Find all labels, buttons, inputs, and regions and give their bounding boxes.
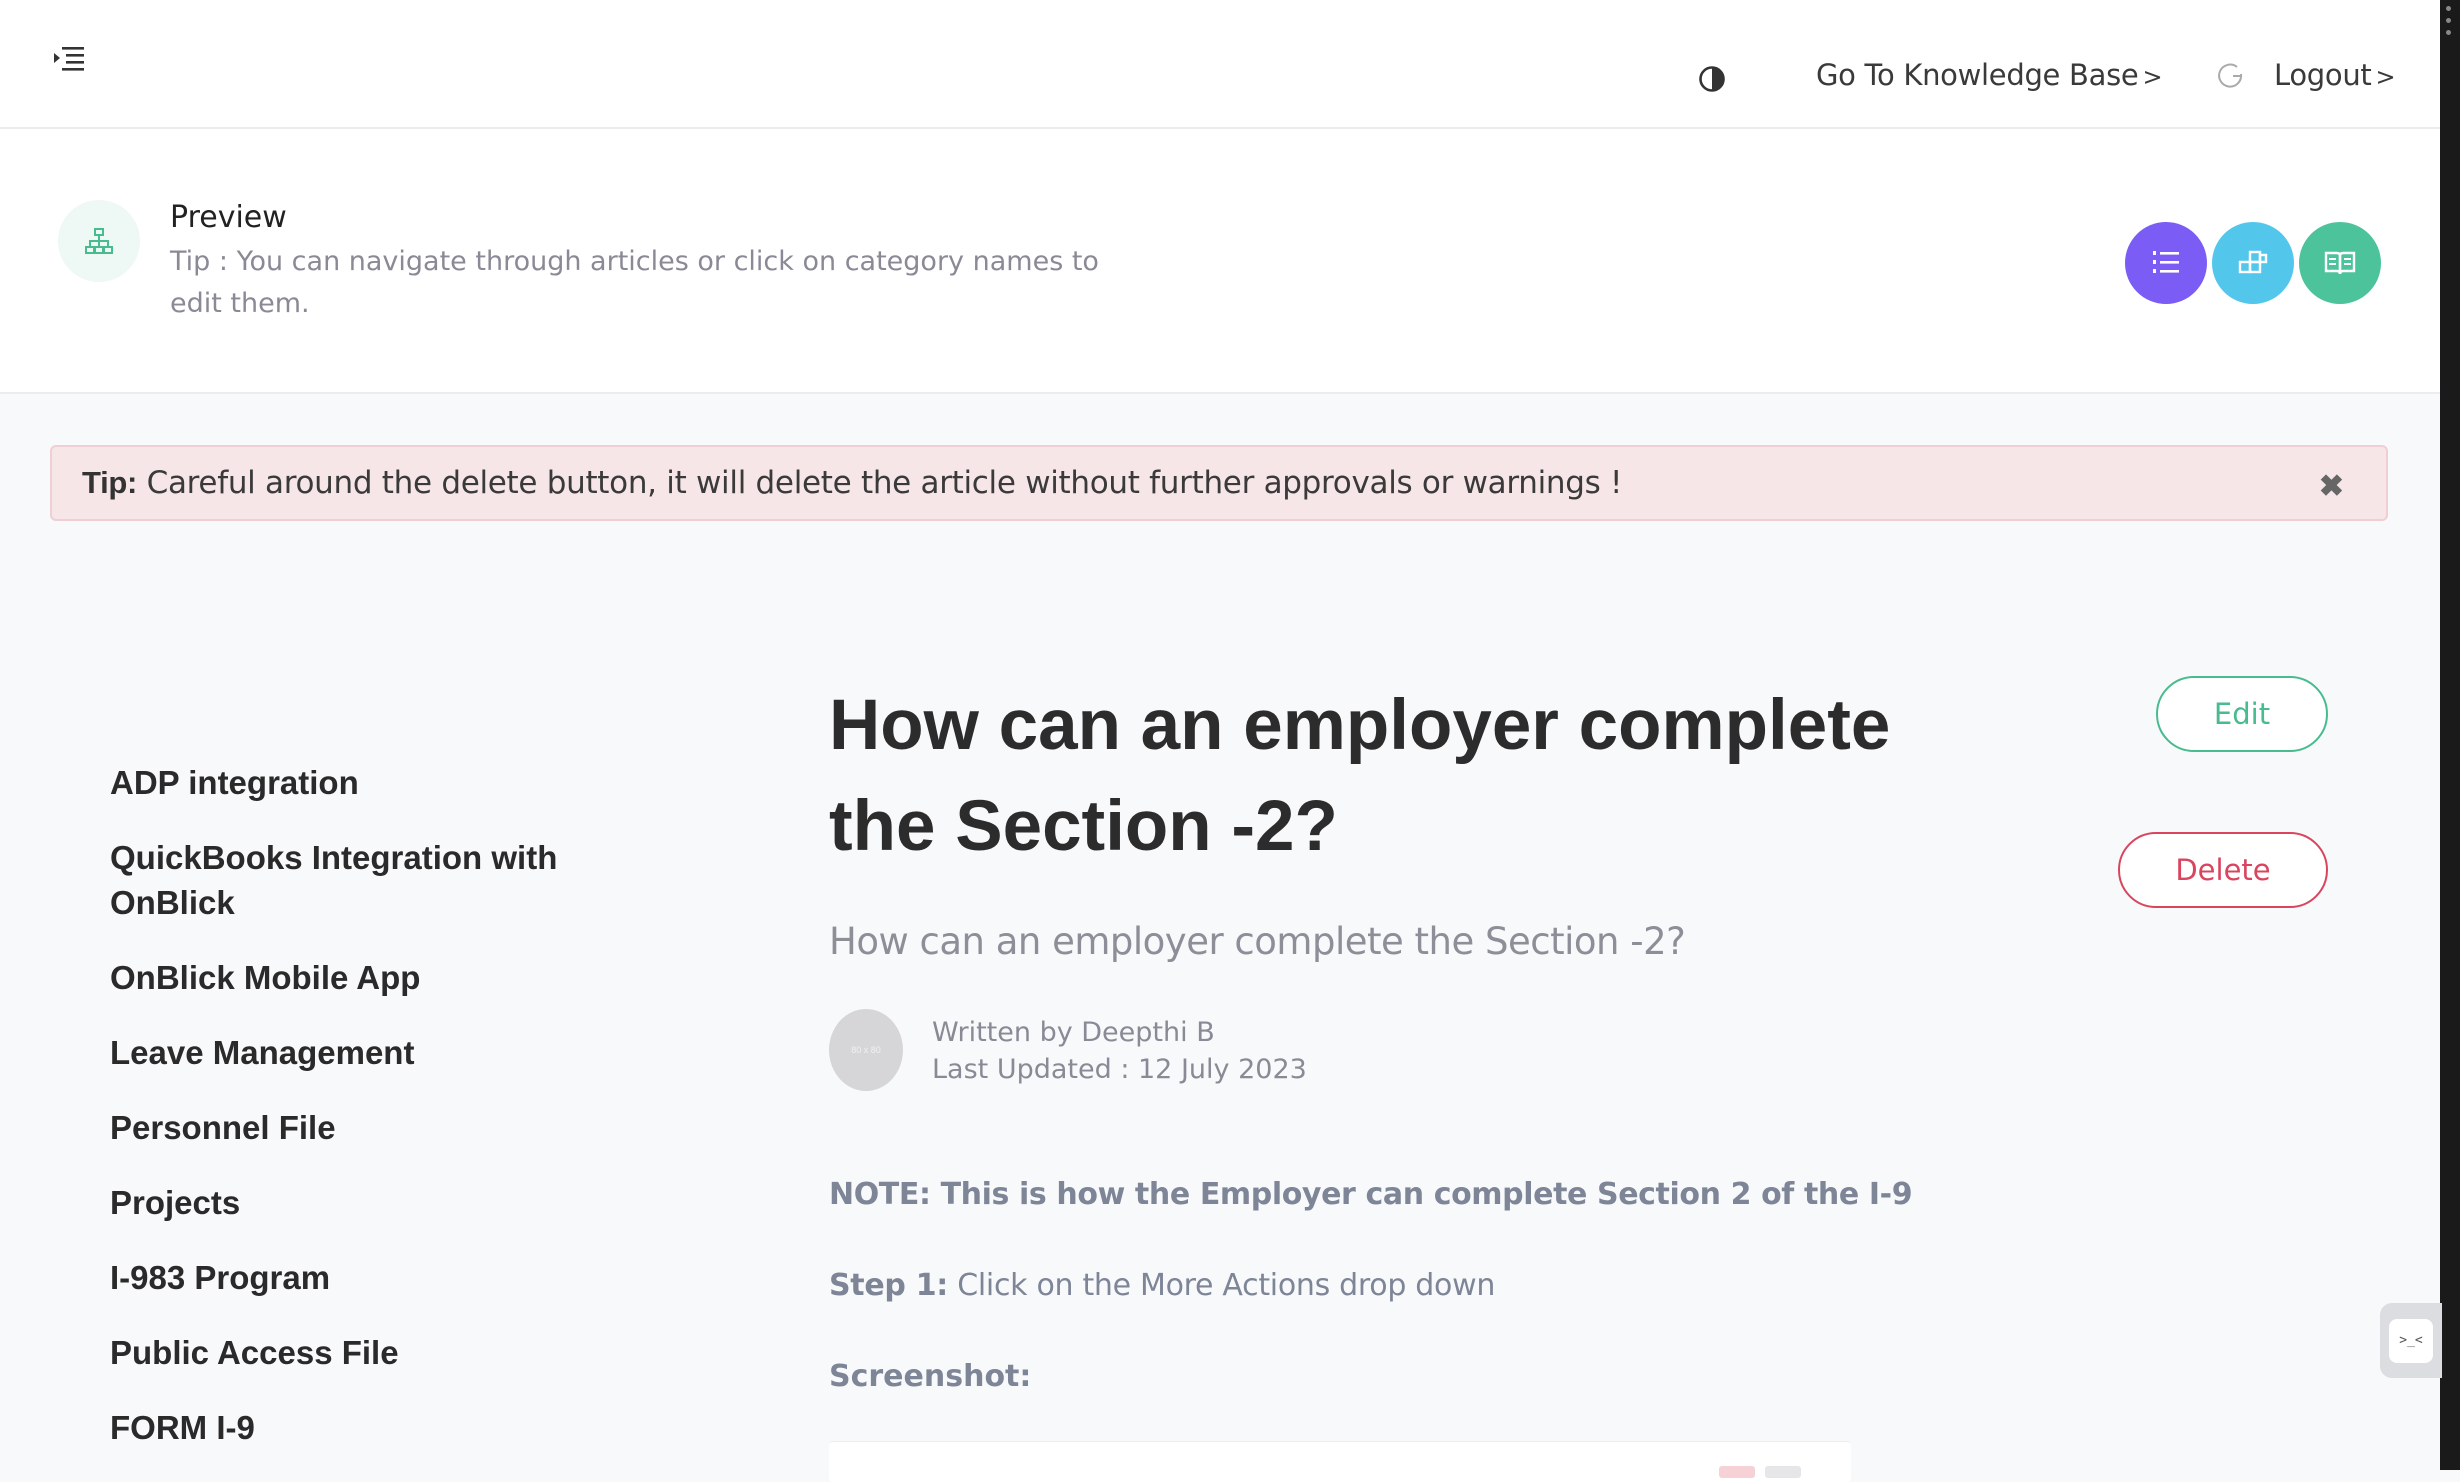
article-subtitle: How can an employer complete the Section… — [829, 920, 1686, 963]
category-item-mobile-app[interactable]: OnBlick Mobile App — [110, 955, 630, 1000]
step-label: Step 1: — [829, 1268, 948, 1303]
screenshot-thumb-mark — [1719, 1466, 1755, 1478]
category-list: ADP integration QuickBooks Integration w… — [110, 760, 630, 1480]
alert-label: Tip: — [82, 465, 138, 500]
category-blocks-button[interactable] — [2212, 222, 2294, 304]
list-view-button[interactable] — [2125, 222, 2207, 304]
edit-button[interactable]: Edit — [2156, 676, 2328, 752]
delete-button[interactable]: Delete — [2118, 832, 2328, 908]
category-item-i983-program[interactable]: I-983 Program — [110, 1255, 630, 1300]
category-item-personnel-file[interactable]: Personnel File — [110, 1105, 630, 1150]
preview-tip: Tip : You can navigate through articles … — [170, 246, 1099, 319]
category-item-projects[interactable]: Projects — [110, 1180, 630, 1225]
step-text: Click on the More Actions drop down — [957, 1268, 1496, 1303]
screenshot-label: Screenshot: — [829, 1359, 1032, 1394]
article-title: How can an employer complete the Section… — [829, 686, 1891, 866]
category-item-public-access-file[interactable]: Public Access File — [110, 1330, 630, 1375]
category-item-adp-integration[interactable]: ADP integration — [110, 760, 630, 805]
logout-label: Logout — [2274, 58, 2372, 92]
screenshot-image — [829, 1441, 1851, 1482]
go-to-knowledge-base-link[interactable]: Go To Knowledge Base > — [1816, 58, 2163, 92]
open-book-icon — [2324, 251, 2356, 275]
preview-title: Preview — [170, 200, 287, 235]
chat-widget-button[interactable]: >_< — [2380, 1303, 2442, 1378]
delete-warning-alert: Tip: Careful around the delete button, i… — [50, 445, 2388, 521]
last-updated: Last Updated : 12 July 2023 — [932, 1054, 1307, 1085]
chevron-right-icon: > — [2142, 63, 2163, 91]
author-name: Written by Deepthi B — [932, 1017, 1215, 1048]
knowledge-book-button[interactable] — [2299, 222, 2381, 304]
screenshot-thumb-mark — [1765, 1466, 1801, 1478]
list-icon — [2153, 251, 2179, 273]
grid-blocks-icon — [2238, 250, 2268, 274]
terminal-face-icon: >_< — [2389, 1318, 2433, 1363]
category-item-quickbooks[interactable]: QuickBooks Integration with OnBlick — [110, 835, 630, 925]
article-note: NOTE: This is how the Employer can compl… — [829, 1177, 1913, 1212]
logout-power-icon — [2215, 60, 2247, 92]
avatar-placeholder-text: 80 x 80 — [851, 1045, 881, 1055]
avatar: 80 x 80 — [829, 1009, 903, 1091]
category-item-leave-management[interactable]: Leave Management — [110, 1030, 630, 1075]
knowledge-base-label: Go To Knowledge Base — [1816, 58, 2139, 92]
alert-message: Tip: Careful around the delete button, i… — [82, 465, 1622, 501]
alert-text: Careful around the delete button, it wil… — [146, 465, 1623, 501]
article-step-1: Step 1: Click on the More Actions drop d… — [829, 1268, 1495, 1303]
contrast-icon[interactable] — [1697, 64, 1727, 94]
sitemap-icon — [58, 200, 140, 282]
top-navbar: Go To Knowledge Base > Logout > — [0, 0, 2440, 129]
close-icon[interactable]: ✖ — [2319, 469, 2344, 504]
menu-indent-icon[interactable] — [52, 44, 86, 74]
preview-header: Preview Tip : You can navigate through a… — [0, 129, 2440, 394]
logout-link[interactable]: Logout > — [2274, 58, 2396, 92]
category-item-form-i9[interactable]: FORM I-9 — [110, 1405, 630, 1450]
drag-handle-icon[interactable] — [2446, 6, 2452, 42]
chevron-right-icon: > — [2375, 63, 2396, 91]
window-edge-rail — [2440, 0, 2460, 1470]
